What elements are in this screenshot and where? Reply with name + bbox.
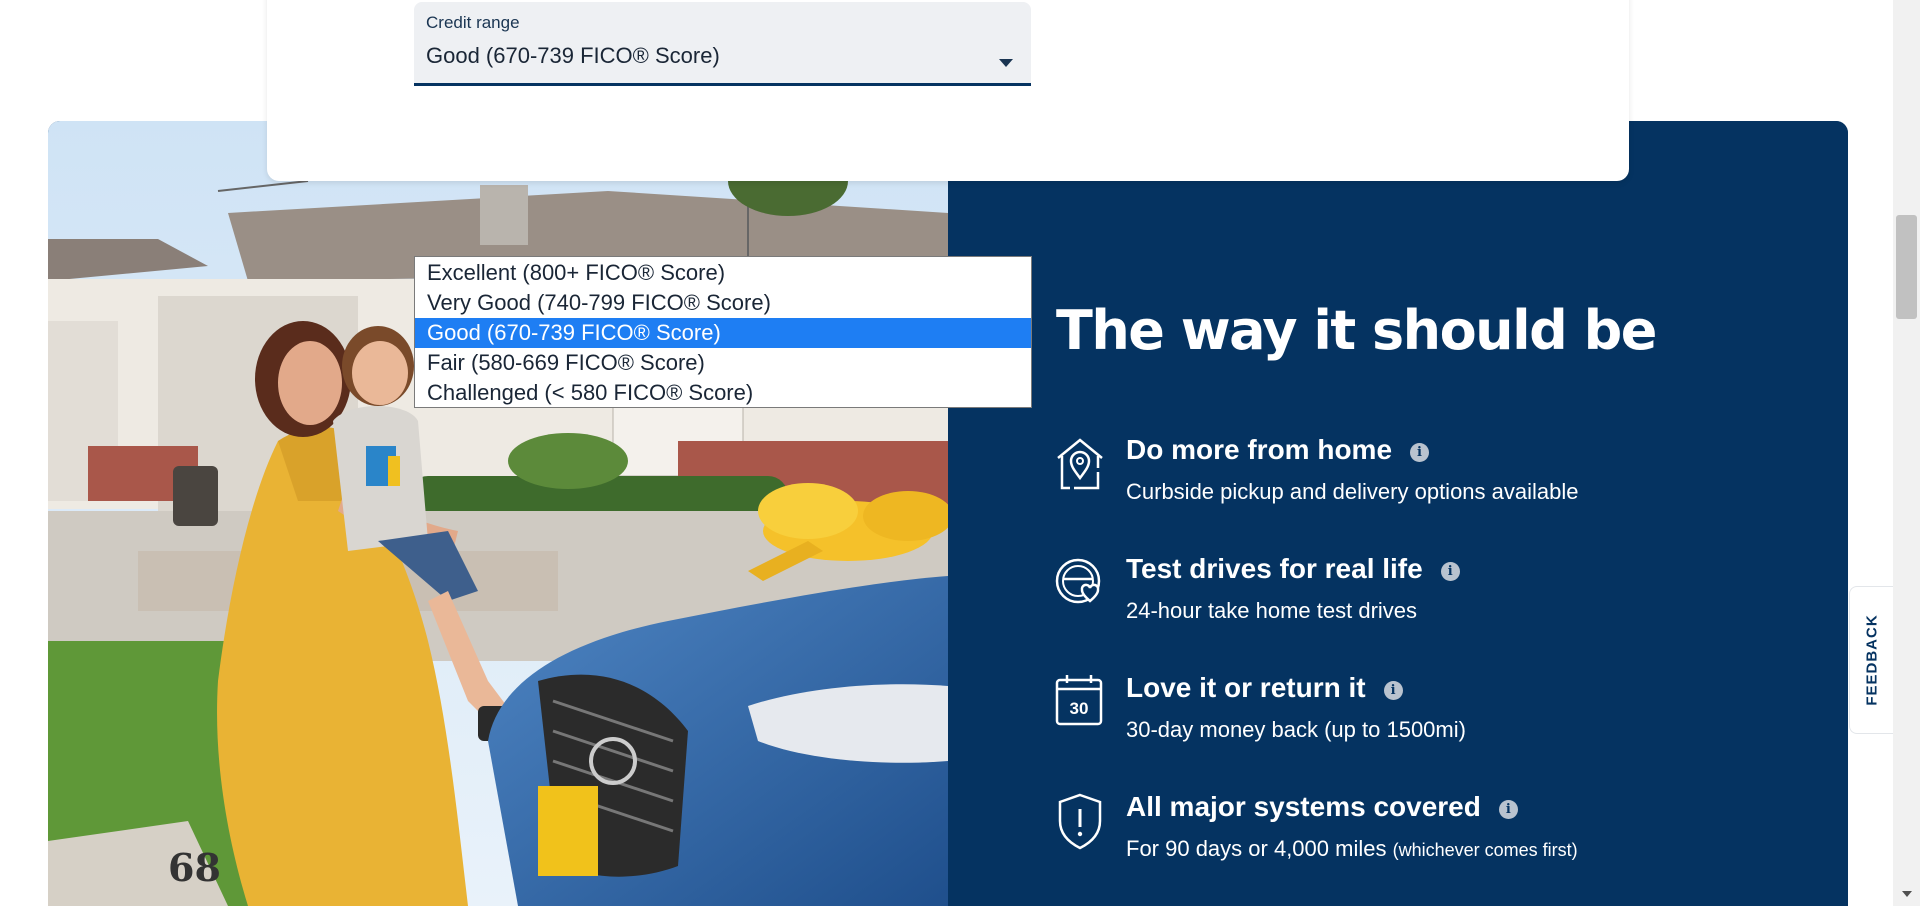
hero-photo: 68 xyxy=(48,121,948,906)
info-icon[interactable]: i xyxy=(1383,680,1403,700)
feature-test-drives: Test drives for real life i 24-hour take… xyxy=(1054,553,1694,643)
info-icon[interactable]: i xyxy=(1440,561,1460,581)
credit-option-very-good[interactable]: Very Good (740-799 FICO® Score) xyxy=(415,288,1031,318)
info-icon[interactable]: i xyxy=(1410,442,1430,462)
feature-description-text: Curbside pickup and delivery options ava… xyxy=(1126,479,1579,504)
feature-title: Test drives for real life i xyxy=(1126,553,1460,585)
credit-option-good[interactable]: Good (670-739 FICO® Score) xyxy=(415,318,1031,348)
feature-title: Love it or return it i xyxy=(1126,672,1403,704)
credit-option-excellent[interactable]: Excellent (800+ FICO® Score) xyxy=(415,258,1031,288)
page: 68 The way it should be Do more from hom… xyxy=(0,0,1920,906)
feature-title-text: Do more from home xyxy=(1126,434,1393,465)
family-car-image: 68 xyxy=(48,121,948,906)
value-panel: The way it should be Do more from home i… xyxy=(948,121,1848,906)
feedback-tab[interactable]: FEEDBACK xyxy=(1849,586,1893,734)
credit-option-fair[interactable]: Fair (580-669 FICO® Score) xyxy=(415,348,1031,378)
feature-title-text: Test drives for real life xyxy=(1126,553,1423,584)
hero-section: 68 The way it should be Do more from hom… xyxy=(48,121,1848,906)
feedback-label: FEEDBACK xyxy=(1863,614,1880,706)
credit-option-challenged[interactable]: Challenged (< 580 FICO® Score) xyxy=(415,378,1031,408)
feature-title-text: Love it or return it xyxy=(1126,672,1366,703)
feature-description: 30-day money back (up to 1500mi) xyxy=(1126,717,1466,743)
credit-range-label: Credit range xyxy=(426,13,520,32)
feature-description: Curbside pickup and delivery options ava… xyxy=(1126,479,1579,505)
shield-alert-icon xyxy=(1054,791,1106,851)
calendar-day-text: 30 xyxy=(1070,699,1089,718)
info-icon[interactable]: i xyxy=(1498,799,1518,819)
feature-description-text: For 90 days or 4,000 miles xyxy=(1126,836,1393,861)
feature-description-note: (whichever comes first) xyxy=(1392,840,1578,860)
panel-title: The way it should be xyxy=(1056,299,1657,362)
steering-wheel-heart-icon xyxy=(1054,553,1106,613)
credit-range-value: Good (670-739 FICO® Score) xyxy=(426,43,720,68)
house-number: 68 xyxy=(168,845,221,890)
feature-all-major-systems: All major systems covered i For 90 days … xyxy=(1054,791,1694,881)
feature-title-text: All major systems covered xyxy=(1126,791,1481,822)
feature-title: Do more from home i xyxy=(1126,434,1430,466)
feature-love-it-or-return-it: 30 Love it or return it i 30-day money b… xyxy=(1054,672,1694,762)
calendar-return-icon: 30 xyxy=(1054,672,1106,732)
credit-range-select[interactable]: Credit range Good (670-739 FICO® Score) xyxy=(414,2,1031,86)
credit-range-options: Excellent (800+ FICO® Score) Very Good (… xyxy=(414,256,1032,408)
feature-description: 24-hour take home test drives xyxy=(1126,598,1417,624)
home-location-icon xyxy=(1054,434,1106,494)
scroll-down-arrow-icon[interactable] xyxy=(1902,891,1912,897)
feature-description: For 90 days or 4,000 miles (whichever co… xyxy=(1126,836,1578,862)
credit-form-card: Credit range Good (670-739 FICO® Score) xyxy=(267,0,1629,181)
page-scrollbar[interactable] xyxy=(1893,0,1920,906)
feature-description-text: 30-day money back (up to 1500mi) xyxy=(1126,717,1466,742)
scrollbar-thumb[interactable] xyxy=(1896,215,1917,319)
feature-do-more-from-home: Do more from home i Curbside pickup and … xyxy=(1054,434,1694,524)
feature-description-text: 24-hour take home test drives xyxy=(1126,598,1418,623)
chevron-down-icon xyxy=(999,59,1013,67)
feature-title: All major systems covered i xyxy=(1126,791,1518,823)
